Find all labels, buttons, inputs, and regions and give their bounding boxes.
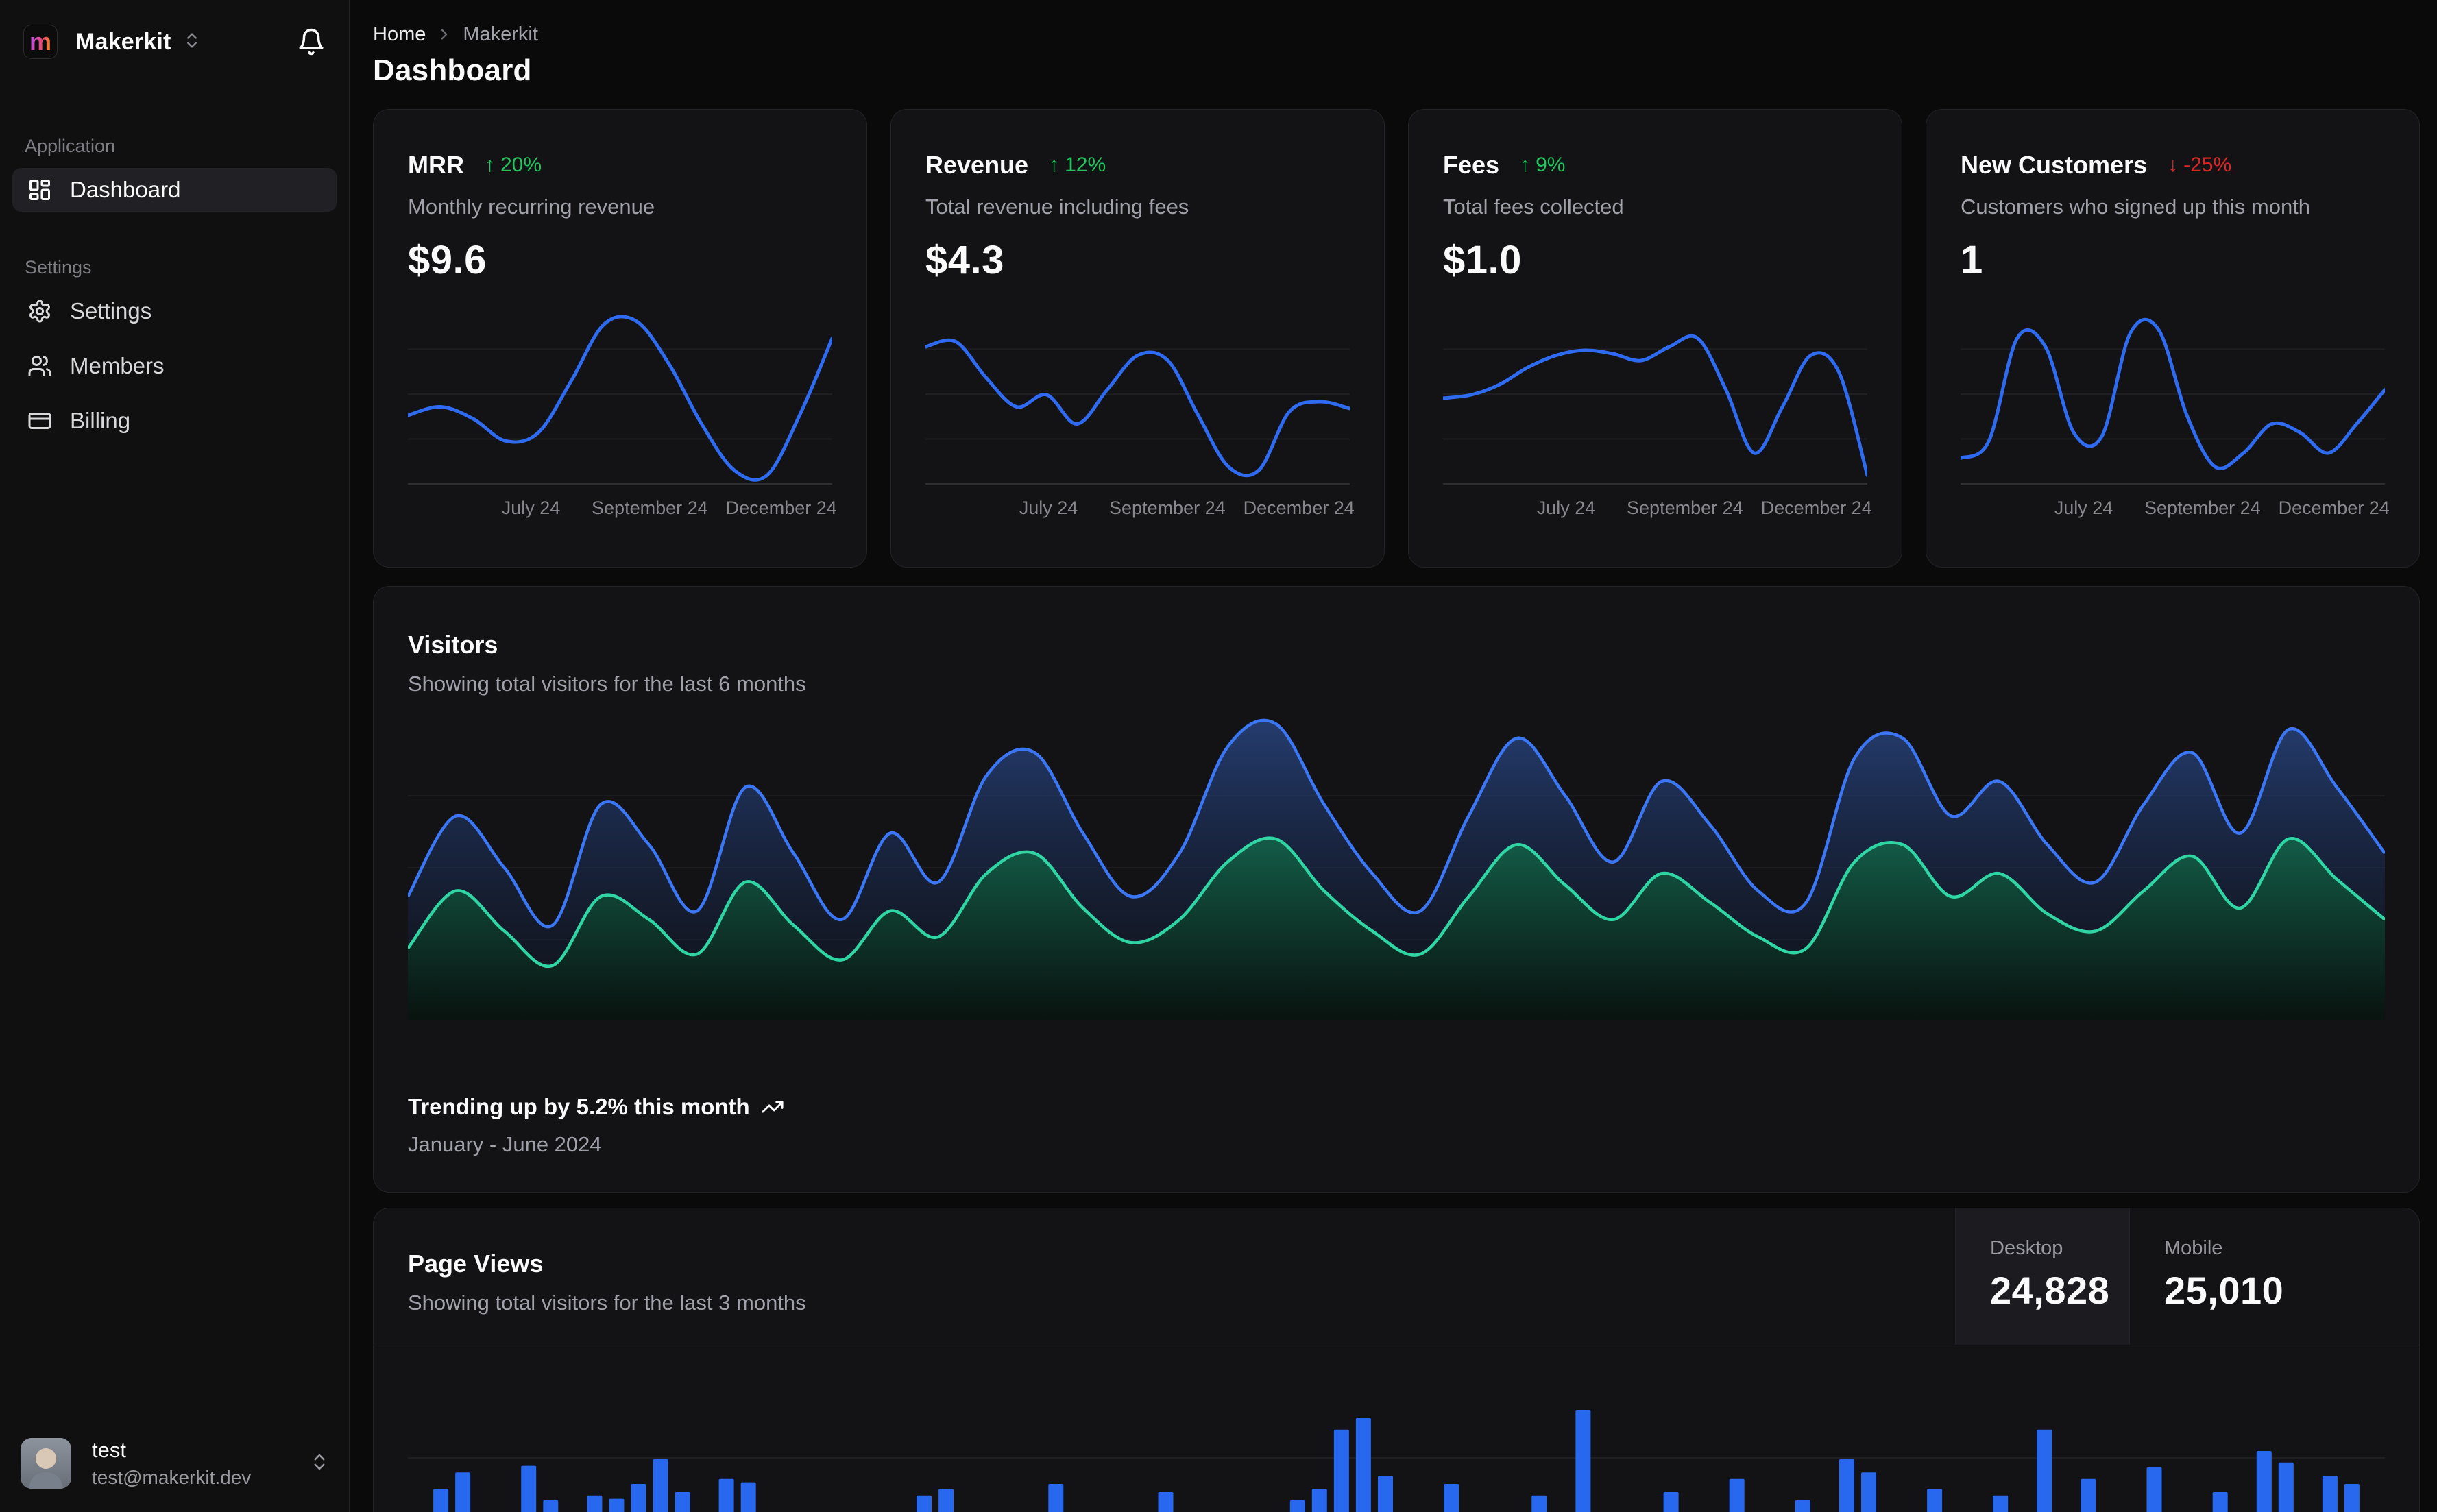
stat-value: $4.3 <box>925 238 1004 282</box>
x-axis-ticks: July 24 September 24 December 24 <box>2054 498 2390 518</box>
stat-card-new-customers: New Customers ↓ -25% Customers who signed… <box>1926 109 2420 568</box>
visitors-date-range: January - June 2024 <box>408 1132 602 1156</box>
trend-badge: ↑ 12% <box>1049 154 1106 176</box>
visitors-card: Visitors Showing total visitors for the … <box>373 586 2420 1193</box>
sidebar-item-settings[interactable]: Settings <box>12 289 337 333</box>
tab-mobile-label: Mobile <box>2164 1237 2223 1259</box>
mrr-sparkline-chart <box>408 315 832 485</box>
stat-card-revenue: Revenue ↑ 12% Total revenue including fee… <box>890 109 1385 568</box>
users-icon <box>28 356 51 376</box>
main-content: Home Makerkit Dashboard MRR ↑ 20% Monthly… <box>350 0 2437 1512</box>
user-menu[interactable]: test test@makerkit.dev <box>21 1438 330 1489</box>
makerkit-logo-initial: m <box>29 27 51 56</box>
notifications-bell-icon[interactable] <box>297 27 326 56</box>
x-axis-ticks: July 24 September 24 December 24 <box>1019 498 1355 518</box>
x-axis-ticks: July 24 September 24 December 24 <box>501 498 837 518</box>
visitors-area-chart <box>408 718 2385 1020</box>
tab-desktop-value: 24,828 <box>1990 1269 2110 1312</box>
trend-badge: ↑ 20% <box>484 154 542 176</box>
user-name: test <box>92 1438 126 1462</box>
dashboard-grid-icon <box>29 180 50 200</box>
stat-cards-row: MRR ↑ 20% Monthly recurring revenue $9.6 … <box>373 109 2420 568</box>
visitors-footer: Trending up by 5.2% this month January -… <box>408 1094 784 1157</box>
stat-subtitle: Customers who signed up this month <box>1961 195 2311 219</box>
arrow-up-icon: ↑ <box>484 154 495 176</box>
nav-section-settings: Settings <box>25 257 92 278</box>
sidebar-item-label: Members <box>70 353 165 378</box>
breadcrumb-home-link[interactable]: Home <box>373 23 426 46</box>
chevrons-up-down-icon <box>309 1452 330 1476</box>
sidebar-item-label: Dashboard <box>70 177 181 202</box>
stat-value: $1.0 <box>1443 238 1522 282</box>
visitors-title: Visitors <box>408 631 498 659</box>
tab-mobile-value: 25,010 <box>2164 1269 2284 1312</box>
stat-card-mrr: MRR ↑ 20% Monthly recurring revenue $9.6 … <box>373 109 867 568</box>
user-email: test@makerkit.dev <box>92 1467 252 1488</box>
sidebar-item-label: Billing <box>70 408 131 433</box>
credit-card-icon <box>28 413 51 429</box>
arrow-up-icon: ↑ <box>1520 154 1531 176</box>
tab-desktop[interactable]: Desktop 24,828 <box>1955 1208 2129 1345</box>
makerkit-logo: m <box>23 25 58 59</box>
new-customers-sparkline-chart <box>1961 317 2385 485</box>
page-views-bar-chart <box>408 1410 2385 1512</box>
x-axis-ticks: July 24 September 24 December 24 <box>1536 498 1872 518</box>
visitors-subtitle: Showing total visitors for the last 6 mo… <box>408 672 806 696</box>
stat-value: 1 <box>1961 238 1983 282</box>
page-views-card: Page Views Showing total visitors for th… <box>373 1208 2420 1512</box>
stat-title: New Customers <box>1961 151 2148 179</box>
fees-sparkline-chart <box>1443 334 1867 485</box>
visitors-trend-text: Trending up by 5.2% this month <box>408 1094 750 1119</box>
trend-badge: ↑ 9% <box>1520 154 1566 176</box>
trend-badge: ↓ -25% <box>2168 154 2232 176</box>
arrow-down-icon: ↓ <box>2168 154 2179 176</box>
stat-title: MRR <box>408 151 464 179</box>
sidebar-item-label: Settings <box>70 298 152 324</box>
breadcrumb-current: Makerkit <box>463 23 538 45</box>
stat-card-fees: Fees ↑ 9% Total fees collected $1.0 July … <box>1408 109 1902 568</box>
sidebar-nav: Application Dashboard Settings Settings … <box>0 84 349 443</box>
sidebar-item-dashboard[interactable]: Dashboard <box>12 168 337 212</box>
workspace-switcher[interactable]: Makerkit <box>75 29 171 56</box>
page-title: Dashboard <box>373 53 532 87</box>
sidebar-item-members[interactable]: Members <box>12 344 337 388</box>
page-views-header: Page Views Showing total visitors for th… <box>374 1208 2419 1345</box>
chevrons-up-down-icon[interactable] <box>182 31 202 53</box>
page-views-title: Page Views <box>408 1249 544 1278</box>
sidebar-item-billing[interactable]: Billing <box>12 399 337 443</box>
revenue-sparkline-chart <box>925 338 1350 485</box>
stat-subtitle: Total revenue including fees <box>925 195 1189 219</box>
trending-up-icon <box>762 1101 784 1113</box>
tab-mobile[interactable]: Mobile 25,010 <box>2129 1208 2419 1345</box>
sidebar: m Makerkit Application Dashboard Setting… <box>0 0 350 1512</box>
chevron-right-icon <box>435 25 453 43</box>
tab-desktop-label: Desktop <box>1990 1237 2063 1259</box>
stat-title: Revenue <box>925 151 1029 179</box>
stat-subtitle: Monthly recurring revenue <box>408 195 655 219</box>
page-views-subtitle: Showing total visitors for the last 3 mo… <box>408 1291 806 1315</box>
stat-subtitle: Total fees collected <box>1443 195 1624 219</box>
stat-value: $9.6 <box>408 238 487 282</box>
stat-title: Fees <box>1443 151 1500 179</box>
arrow-up-icon: ↑ <box>1049 154 1060 176</box>
user-avatar <box>21 1438 71 1489</box>
gear-icon <box>29 300 50 323</box>
breadcrumb: Home Makerkit <box>373 21 2420 48</box>
nav-section-application: Application <box>25 136 116 156</box>
